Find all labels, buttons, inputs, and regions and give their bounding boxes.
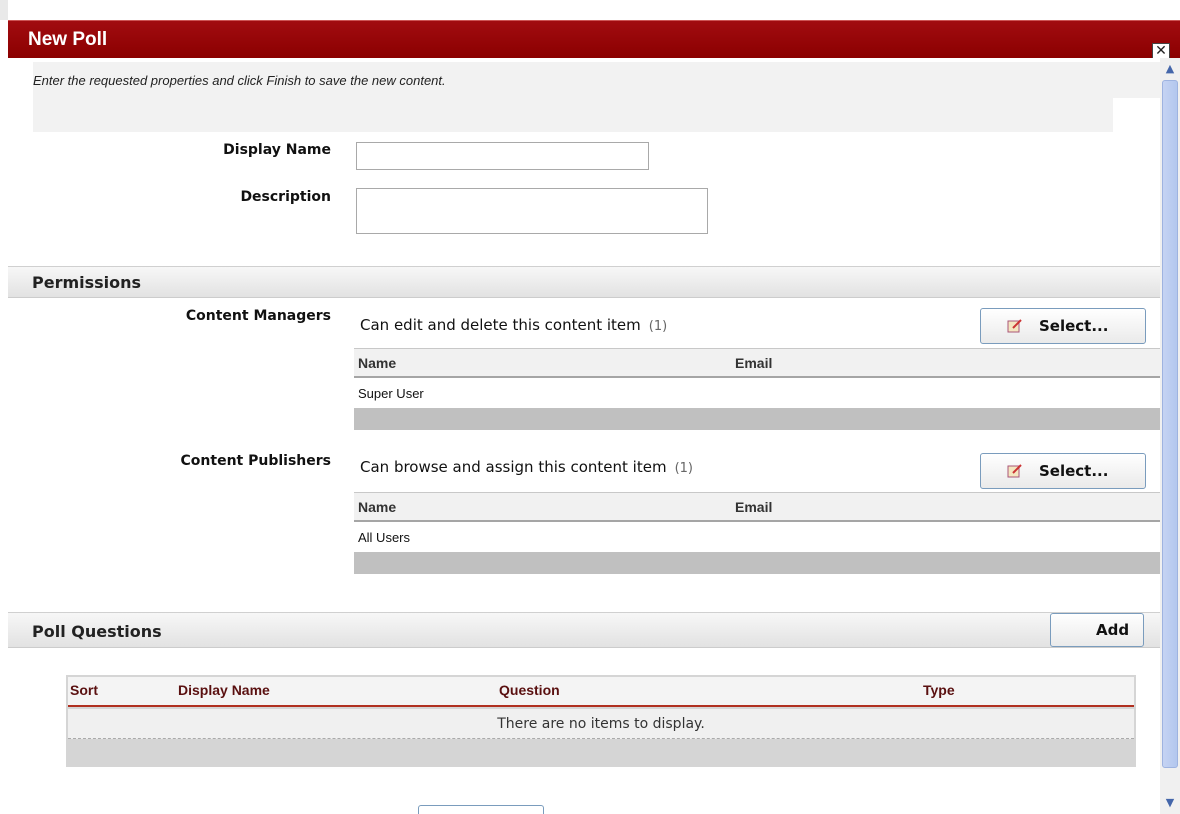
- edit-select-icon: [1007, 319, 1022, 333]
- column-name: Name: [358, 499, 397, 515]
- content-managers-select-button[interactable]: Select...: [980, 308, 1146, 344]
- dialog-content: Enter the requested properties and click…: [8, 58, 1160, 814]
- content-managers-label: Content Managers: [185, 308, 331, 324]
- description-input[interactable]: [356, 188, 708, 234]
- column-sort[interactable]: Sort: [70, 682, 98, 698]
- arrow-down-icon[interactable]: ▼: [1162, 794, 1178, 812]
- display-name-input[interactable]: [356, 142, 649, 170]
- content-publishers-label: Content Publishers: [180, 453, 331, 469]
- instructions-panel: Enter the requested properties and click…: [33, 62, 1113, 132]
- column-name: Name: [358, 355, 397, 371]
- content-managers-grid-header: Name Email: [354, 348, 1160, 378]
- poll-questions-title: Poll Questions: [32, 622, 162, 641]
- poll-questions-grid: Sort Display Name Question Type There ar…: [66, 675, 1136, 767]
- dialog-title: New Poll: [28, 29, 108, 50]
- display-name-label: Display Name: [223, 142, 331, 158]
- empty-message: There are no items to display.: [68, 709, 1134, 739]
- permissions-section-header: Permissions: [8, 266, 1160, 298]
- grid-footer: [354, 408, 1160, 430]
- row-name: Super User: [358, 386, 424, 401]
- poll-questions-grid-header: Sort Display Name Question Type: [68, 677, 1134, 707]
- add-label: Add: [1096, 621, 1130, 639]
- content-managers-grid: Name Email Super User: [354, 348, 1160, 430]
- content-publishers-count: (1): [674, 461, 693, 476]
- content-publishers-select-label: Select...: [1039, 462, 1109, 480]
- instructions-panel-edge: [1113, 62, 1160, 98]
- content-publishers-text: Can browse and assign this content item: [360, 458, 667, 476]
- permissions-title: Permissions: [32, 273, 142, 292]
- grid-footer: [354, 552, 1160, 574]
- dialog-title-bar[interactable]: New Poll ✕: [8, 20, 1180, 61]
- content-publishers-grid-header: Name Email: [354, 492, 1160, 522]
- new-poll-dialog: New Poll ✕ Enter the requested propertie…: [8, 0, 1180, 814]
- content-managers-count: (1): [648, 319, 668, 334]
- content-managers-description: Can edit and delete this content item (1): [360, 316, 667, 334]
- arrow-up-icon[interactable]: ▲: [1162, 60, 1178, 78]
- add-question-button[interactable]: Add: [1050, 613, 1144, 647]
- column-email: Email: [735, 499, 773, 515]
- table-row[interactable]: All Users: [354, 524, 1160, 552]
- edit-select-icon: [1007, 464, 1022, 478]
- column-type[interactable]: Type: [923, 682, 955, 698]
- content-managers-text: Can edit and delete this content item: [360, 316, 641, 334]
- instructions-text: Enter the requested properties and click…: [33, 73, 446, 88]
- content-publishers-grid: Name Email All Users: [354, 492, 1160, 576]
- column-display-name[interactable]: Display Name: [178, 682, 270, 698]
- row-name: All Users: [358, 530, 411, 545]
- column-question[interactable]: Question: [499, 682, 560, 698]
- table-row[interactable]: Super User: [354, 380, 1160, 408]
- scrollbar-thumb[interactable]: [1162, 80, 1178, 768]
- content-publishers-select-button[interactable]: Select...: [980, 453, 1146, 489]
- description-label: Description: [240, 189, 331, 205]
- content-publishers-description: Can browse and assign this content item (…: [360, 458, 693, 476]
- content-managers-select-label: Select...: [1039, 317, 1109, 335]
- vertical-scrollbar[interactable]: ▲ ▼: [1160, 58, 1180, 814]
- finish-button[interactable]: [418, 805, 544, 814]
- column-email: Email: [735, 355, 773, 371]
- poll-questions-section-header: Poll Questions: [8, 612, 1160, 648]
